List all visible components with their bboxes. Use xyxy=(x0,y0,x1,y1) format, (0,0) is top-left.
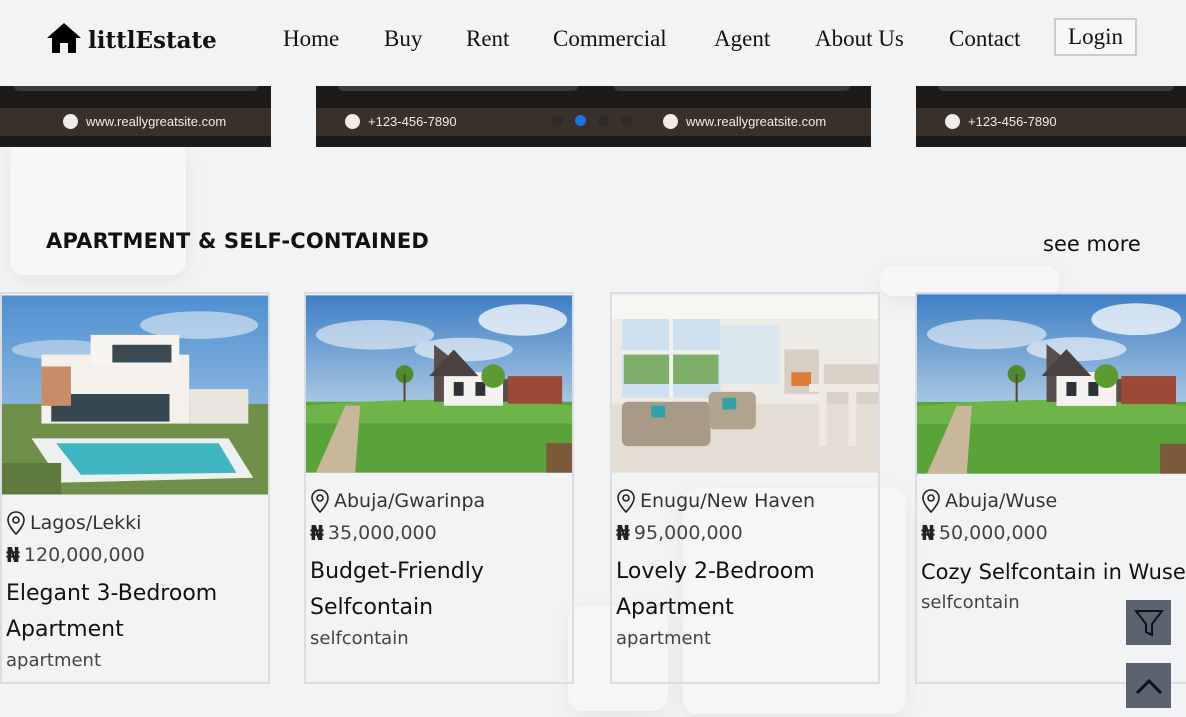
listing-price: ₦ 50,000,000 xyxy=(921,521,1048,545)
carousel-dot[interactable] xyxy=(621,115,632,126)
site-header: littlEstate Home Buy Rent Commercial Age… xyxy=(0,0,1186,86)
listing-details: Abuja/Wuse ₦ 50,000,000 Cozy Selfcontain… xyxy=(921,488,1186,613)
listing-type: apartment xyxy=(616,628,712,649)
phone-icon xyxy=(345,114,360,129)
listing-type: apartment xyxy=(6,650,102,671)
listing-details: Enugu/New Haven ₦ 95,000,000 Lovely 2-Be… xyxy=(616,488,836,649)
nav-commercial[interactable]: Commercial xyxy=(553,26,667,52)
banner-edge xyxy=(338,86,578,91)
banner-slide[interactable]: +123-456-7890 xyxy=(916,86,1186,147)
map-pin-icon xyxy=(7,511,25,535)
banner-edge xyxy=(614,86,850,91)
listing-details: Abuja/Gwarinpa ₦ 35,000,000 Budget-Frien… xyxy=(310,488,530,649)
listing-image xyxy=(612,294,878,474)
banner-edge xyxy=(14,86,258,91)
listing-details: Lagos/Lekki ₦ 120,000,000 Elegant 3-Bedr… xyxy=(6,510,268,671)
carousel-dots xyxy=(552,115,632,126)
listing-price: ₦ 120,000,000 xyxy=(6,543,145,567)
filter-button[interactable] xyxy=(1126,600,1171,645)
banner-website: www.reallygreatsite.com xyxy=(63,114,226,129)
listing-card[interactable]: Enugu/New Haven ₦ 95,000,000 Lovely 2-Be… xyxy=(610,292,880,684)
nav-about-us[interactable]: About Us xyxy=(815,26,904,52)
scroll-top-button[interactable] xyxy=(1126,663,1171,708)
naira-symbol: ₦ xyxy=(921,521,935,545)
nav-rent[interactable]: Rent xyxy=(466,26,509,52)
listing-title: Budget-Friendly Selfcontain xyxy=(310,559,484,620)
banner-slide[interactable]: www.reallygreatsite.com xyxy=(0,86,271,147)
banner-phone: +123-456-7890 xyxy=(345,114,457,129)
listing-title: Lovely 2-Bedroom Apartment xyxy=(616,559,815,620)
banner-website: www.reallygreatsite.com xyxy=(663,114,826,129)
listing-location: Lagos/Lekki xyxy=(6,510,268,536)
phone-icon xyxy=(945,114,960,129)
listing-title: Elegant 3-Bedroom Apartment xyxy=(6,581,218,642)
listing-image xyxy=(917,294,1186,474)
naira-symbol: ₦ xyxy=(616,521,630,545)
login-button[interactable]: Login xyxy=(1054,18,1137,56)
listing-card[interactable]: Lagos/Lekki ₦ 120,000,000 Elegant 3-Bedr… xyxy=(0,292,270,684)
listing-price: ₦ 95,000,000 xyxy=(616,521,743,545)
listing-location: Abuja/Gwarinpa xyxy=(310,488,530,514)
globe-icon xyxy=(663,114,678,129)
section-title: APARTMENT & SELF-CONTAINED xyxy=(46,229,430,253)
filter-icon xyxy=(1133,609,1164,637)
carousel-dot[interactable] xyxy=(552,115,563,126)
map-pin-icon xyxy=(311,489,329,513)
nav-home[interactable]: Home xyxy=(283,26,339,52)
naira-symbol: ₦ xyxy=(6,543,20,567)
listing-location: Enugu/New Haven xyxy=(616,488,836,514)
listing-card[interactable]: Abuja/Gwarinpa ₦ 35,000,000 Budget-Frien… xyxy=(304,292,574,684)
brand-logo[interactable]: littlEstate xyxy=(46,20,217,54)
listing-location: Abuja/Wuse xyxy=(921,488,1186,514)
map-pin-icon xyxy=(922,489,940,513)
nav-contact[interactable]: Contact xyxy=(949,26,1021,52)
listing-image xyxy=(306,294,572,474)
naira-symbol: ₦ xyxy=(310,521,324,545)
banner-edge xyxy=(938,86,1174,91)
decorative-panel xyxy=(10,140,186,275)
nav-agent[interactable]: Agent xyxy=(714,26,770,52)
map-pin-icon xyxy=(617,489,635,513)
listing-type: selfcontain xyxy=(310,628,409,649)
brand-name: littlEstate xyxy=(88,27,217,54)
nav-buy[interactable]: Buy xyxy=(384,26,422,52)
banner-phone: +123-456-7890 xyxy=(945,114,1057,129)
globe-icon xyxy=(63,114,78,129)
see-more-link[interactable]: see more xyxy=(1043,232,1141,256)
carousel-dot-active[interactable] xyxy=(575,115,586,126)
house-icon xyxy=(47,23,81,53)
listing-title: Cozy Selfcontain in Wuse xyxy=(921,560,1186,584)
listing-price: ₦ 35,000,000 xyxy=(310,521,437,545)
carousel-dot[interactable] xyxy=(598,115,609,126)
chevron-up-icon xyxy=(1135,678,1162,694)
listing-image xyxy=(2,294,268,496)
